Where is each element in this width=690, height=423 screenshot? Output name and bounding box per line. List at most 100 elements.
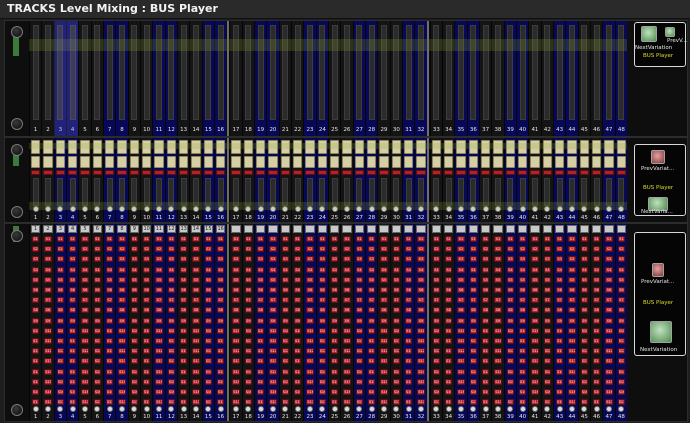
bus-assign-button[interactable]: S16: [343, 389, 351, 395]
bus-assign-button[interactable]: S9: [244, 317, 252, 324]
pan-knob[interactable]: [245, 206, 252, 212]
level-fader[interactable]: [531, 25, 538, 120]
bus-assign-button[interactable]: S8: [445, 307, 453, 314]
bus-assign-button[interactable]: S6: [593, 287, 601, 293]
bus-assign-button[interactable]: S12: [93, 348, 101, 355]
send-fader[interactable]: [269, 178, 276, 206]
bus-assign-button[interactable]: S1: [543, 236, 551, 242]
bus-assign-button[interactable]: S3: [93, 256, 101, 263]
mute-button[interactable]: [579, 170, 589, 175]
level-fader[interactable]: [494, 25, 501, 120]
panel-knob-bottom[interactable]: [11, 206, 23, 218]
bus-assign-button[interactable]: S10: [257, 327, 265, 334]
bus-assign-button[interactable]: S12: [457, 348, 465, 355]
send-fader[interactable]: [106, 178, 113, 206]
bus-assign-button[interactable]: S11: [457, 338, 465, 344]
bus-assign-button[interactable]: S10: [143, 327, 151, 334]
insert-slot[interactable]: [268, 140, 278, 154]
bus-assign-button[interactable]: S13: [217, 358, 225, 365]
insert-slot[interactable]: [468, 140, 478, 154]
bus-assign-button[interactable]: S5: [44, 276, 52, 283]
bus-assign-button[interactable]: S13: [457, 358, 465, 365]
bus-assign-button[interactable]: S1: [118, 236, 126, 242]
level-fader[interactable]: [306, 25, 313, 120]
bus-assign-button[interactable]: S12: [417, 348, 425, 355]
bus-assign-button[interactable]: S3: [380, 256, 388, 263]
bus-assign-button[interactable]: S12: [32, 348, 40, 355]
bus-assign-button[interactable]: S8: [143, 307, 151, 314]
pan-knob[interactable]: [405, 406, 412, 412]
mute-button[interactable]: [456, 170, 466, 175]
bus-assign-button[interactable]: S7: [281, 297, 289, 304]
track-select-button[interactable]: [431, 225, 441, 233]
bus-assign-button[interactable]: S8: [306, 307, 314, 314]
insert-slot[interactable]: [68, 140, 78, 154]
bus-assign-button[interactable]: S12: [306, 348, 314, 355]
bus-assign-button[interactable]: S6: [392, 287, 400, 293]
bus-assign-button[interactable]: S6: [294, 287, 302, 293]
bus-assign-button[interactable]: S16: [457, 389, 465, 395]
bus-assign-button[interactable]: S2: [519, 246, 527, 253]
bus-assign-button[interactable]: S16: [269, 389, 277, 395]
bus-assign-button[interactable]: S11: [519, 338, 527, 344]
bus-assign-button[interactable]: S5: [506, 276, 514, 283]
bus-assign-button[interactable]: S8: [432, 307, 440, 314]
bus-assign-button[interactable]: S6: [106, 287, 114, 293]
mute-button[interactable]: [43, 170, 53, 175]
bus-assign-button[interactable]: S2: [617, 246, 625, 253]
prev-variation-button[interactable]: [652, 263, 664, 277]
bus-assign-button[interactable]: S6: [355, 287, 363, 293]
insert-slot[interactable]: [518, 140, 528, 154]
send-fader[interactable]: [368, 178, 375, 206]
bus-assign-button[interactable]: S7: [269, 297, 277, 304]
bus-assign-button[interactable]: S1: [494, 236, 502, 242]
bus-assign-button[interactable]: S8: [506, 307, 514, 314]
pan-knob[interactable]: [519, 206, 526, 212]
bus-assign-button[interactable]: S3: [155, 256, 163, 263]
bus-assign-button[interactable]: S8: [331, 307, 339, 314]
bus-assign-button[interactable]: S3: [306, 256, 314, 263]
bus-assign-button[interactable]: S9: [417, 317, 425, 324]
bus-assign-button[interactable]: S16: [392, 389, 400, 395]
bus-assign-button[interactable]: S5: [69, 276, 77, 283]
pan-knob[interactable]: [482, 206, 489, 212]
bus-assign-button[interactable]: S10: [93, 327, 101, 334]
bus-assign-button[interactable]: S2: [118, 246, 126, 253]
insert-slot[interactable]: [142, 140, 152, 154]
bus-assign-button[interactable]: S13: [380, 358, 388, 365]
track-select-button[interactable]: 2: [43, 225, 53, 233]
insert-slot[interactable]: [31, 156, 41, 168]
bus-assign-button[interactable]: S14: [93, 368, 101, 375]
bus-assign-button[interactable]: S11: [281, 338, 289, 344]
pan-knob[interactable]: [445, 206, 452, 212]
bus-assign-button[interactable]: S9: [155, 317, 163, 324]
bus-assign-button[interactable]: S12: [118, 348, 126, 355]
bus-assign-button[interactable]: S9: [543, 317, 551, 324]
bus-assign-button[interactable]: S5: [392, 276, 400, 283]
bus-assign-button[interactable]: S15: [143, 378, 151, 385]
pan-knob[interactable]: [618, 406, 625, 412]
bus-assign-button[interactable]: S11: [93, 338, 101, 344]
bus-assign-button[interactable]: S4: [44, 266, 52, 273]
bus-assign-button[interactable]: S3: [130, 256, 138, 263]
bus-assign-button[interactable]: S10: [457, 327, 465, 334]
bus-assign-button[interactable]: S5: [531, 276, 539, 283]
pan-knob[interactable]: [168, 206, 175, 212]
bus-assign-button[interactable]: S7: [331, 297, 339, 304]
bus-assign-button[interactable]: S17: [81, 399, 89, 406]
insert-slot[interactable]: [493, 140, 503, 154]
mute-button[interactable]: [256, 170, 266, 175]
send-fader[interactable]: [380, 178, 387, 206]
track-select-button[interactable]: [468, 225, 478, 233]
bus-assign-button[interactable]: S2: [445, 246, 453, 253]
pan-knob[interactable]: [433, 406, 440, 412]
bus-assign-button[interactable]: S10: [56, 327, 64, 334]
mute-button[interactable]: [92, 170, 102, 175]
pan-knob[interactable]: [282, 406, 289, 412]
pan-knob[interactable]: [205, 206, 212, 212]
bus-assign-button[interactable]: S7: [44, 297, 52, 304]
bus-assign-button[interactable]: S7: [232, 297, 240, 304]
bus-assign-button[interactable]: S1: [318, 236, 326, 242]
bus-assign-button[interactable]: S10: [445, 327, 453, 334]
bus-assign-button[interactable]: S9: [556, 317, 564, 324]
